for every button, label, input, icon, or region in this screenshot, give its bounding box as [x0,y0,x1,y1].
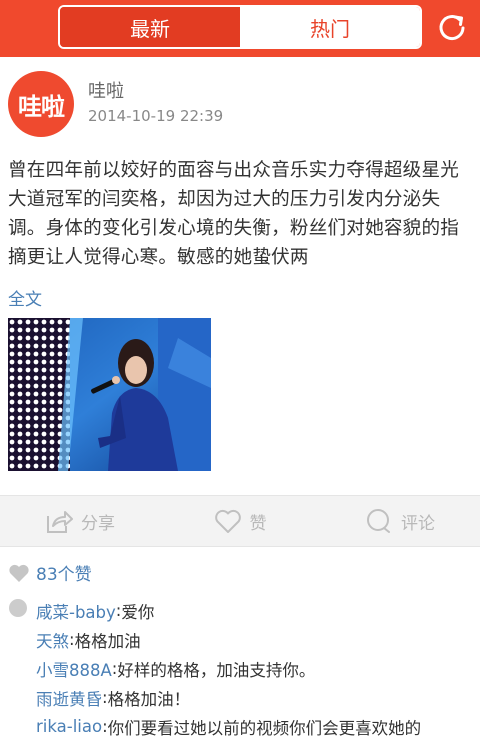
like-count-text: 83个赞 [36,565,92,585]
comment-text: 你们要看过她以前的视频你们会更喜欢她的 [107,718,422,738]
comment-bubble-icon [9,599,27,617]
comment-icon [367,509,390,533]
comment-item: 天煞: 格格加油 [8,625,480,654]
comment-text: 好样的格格，加油支持你。 [117,660,316,680]
refresh-icon [439,15,465,41]
comment-item: 咸菜-baby: 爱你 [8,596,480,625]
tab-hot-label: 热门 [310,16,350,41]
comment-author[interactable]: 咸菜-baby [36,599,116,623]
author-name[interactable]: 哇啦 [88,77,124,103]
tab-latest-label: 最新 [130,16,170,41]
like-count[interactable]: 83个赞 [8,560,92,585]
comment-item: 雨逝黄昏: 格格加油！ [8,683,480,712]
post-header: 哇啦 哇啦 2014-10-19 22:39 [0,57,480,147]
post-time: 2014-10-19 22:39 [88,107,224,125]
post-photo-image [8,318,211,471]
share-label: 分享 [81,513,115,534]
refresh-button[interactable] [430,6,474,50]
tab-hot[interactable]: 热门 [240,7,420,47]
comment-author[interactable]: 小雪888A [36,657,112,681]
heart-filled-icon [9,564,29,582]
comment-list: 咸菜-baby: 爱你 天煞: 格格加油 小雪888A: 好样的格格，加油支持你… [8,596,480,741]
comment-text: 爱你 [121,602,155,622]
comment-item: rika-liao: 你们要看过她以前的视频你们会更喜欢她的 [8,712,480,741]
comment-author[interactable]: 天煞 [36,628,69,652]
post-text: 曾在四年前以姣好的面容与出众音乐实力夺得超级星光大道冠军的闫奕格，却因为过大的压… [8,160,460,268]
top-bar: 最新 热门 [0,0,480,57]
avatar-logo-text: 哇啦 [18,92,65,121]
heart-icon [214,509,241,533]
like-button[interactable]: 赞 [160,496,320,546]
comment-text: 格格加油！ [107,689,191,709]
like-label: 赞 [249,513,267,534]
share-icon [47,511,73,533]
post-actions-bar: 分享 赞 评论 [0,495,480,547]
comment-label: 评论 [401,513,435,534]
post-photo[interactable] [8,318,211,471]
avatar[interactable]: 哇啦 [8,71,74,137]
full-text-link[interactable]: 全文 [8,285,42,310]
feed-tab-switcher: 最新 热门 [58,5,422,49]
tab-latest[interactable]: 最新 [60,7,240,47]
share-button[interactable]: 分享 [0,496,160,546]
comment-text: 格格加油 [74,631,141,651]
comment-item: 小雪888A: 好样的格格，加油支持你。 [8,654,480,683]
comment-author[interactable]: 雨逝黄昏 [36,686,102,710]
comment-author[interactable]: rika-liao [36,717,102,736]
comment-button[interactable]: 评论 [320,496,480,546]
